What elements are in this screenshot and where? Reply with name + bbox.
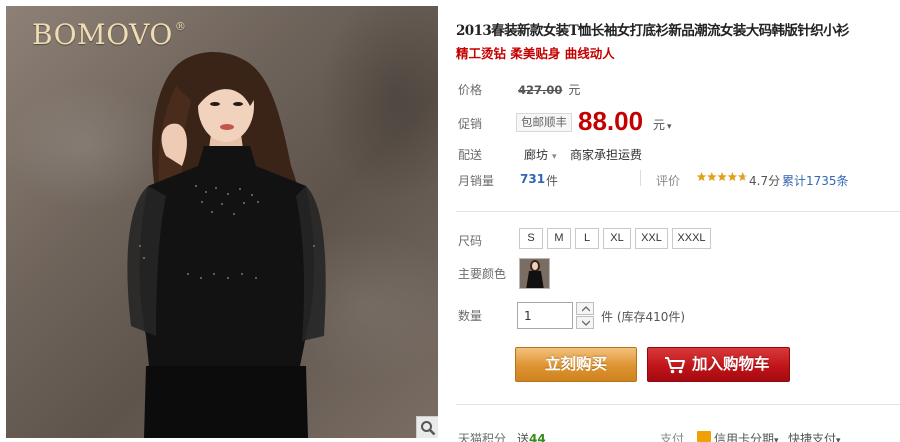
chevron-down-icon: ▾ (667, 122, 672, 132)
size-option-s[interactable]: S (519, 228, 543, 249)
star-icon (727, 172, 738, 182)
original-price-unit: 元 (568, 83, 581, 97)
size-label: 尺码 (458, 234, 483, 248)
chevron-down-icon: ▾ (552, 152, 557, 162)
monthly-sales-unit: 件 (546, 174, 559, 188)
product-title: 2013春装新款女装T恤长袖女打底衫新品潮流女装大码韩版针织小衫 (456, 23, 850, 39)
payment-label: 支付 (660, 432, 685, 442)
star-icon (717, 172, 727, 182)
ship-from-selector[interactable]: 廊坊 ▾ (524, 146, 557, 163)
section-divider (456, 404, 900, 405)
monthly-sales-count: 731 (520, 172, 546, 186)
quantity-increase-button[interactable] (576, 302, 594, 315)
promo-price-unit: 元 (653, 118, 666, 132)
size-option-xxxl[interactable]: XXXL (672, 228, 711, 249)
original-price: 427.00 元 (518, 81, 580, 98)
payment-credit-installment[interactable]: 信用卡分期▾ (714, 430, 779, 442)
points-label: 天猫积分 (458, 432, 507, 442)
star-icon (707, 172, 717, 182)
quantity-decrease-button[interactable] (576, 316, 594, 329)
color-swatch-black[interactable] (519, 258, 550, 289)
rating-label: 评价 (656, 174, 681, 188)
promo-label: 促销 (458, 117, 483, 131)
payment-quick-pay[interactable]: 快捷支付▾ (788, 430, 841, 442)
quantity-input[interactable] (517, 302, 573, 329)
add-to-cart-button[interactable]: 加入购物车 (647, 347, 790, 382)
divider (640, 170, 641, 186)
stock-info: 件 (库存410件) (601, 310, 686, 324)
product-main-image[interactable]: BOMOVO ® (6, 6, 438, 438)
zoom-button[interactable] (416, 416, 438, 438)
chevron-down-icon: ▾ (774, 436, 779, 442)
zoom-icon (421, 421, 436, 436)
size-option-xl[interactable]: XL (603, 228, 631, 249)
original-price-value: 427.00 (518, 83, 563, 97)
promo-tag: 包邮顺丰 (516, 113, 572, 132)
buy-now-button[interactable]: 立刻购买 (515, 347, 637, 382)
chevron-down-icon: ▾ (836, 436, 841, 442)
shipping-label: 配送 (458, 148, 483, 162)
size-option-l[interactable]: L (575, 228, 599, 249)
product-subtitle: 精工烫钻 柔美贴身 曲线动人 (456, 46, 615, 61)
review-count-link[interactable]: 累计1735条 (782, 172, 849, 189)
cart-icon (665, 357, 685, 374)
quantity-label: 数量 (458, 309, 483, 323)
monthly-sales-label: 月销量 (458, 174, 495, 188)
size-option-m[interactable]: M (547, 228, 571, 249)
brand-logo: BOMOVO ® (32, 18, 187, 51)
chevron-down-icon (582, 320, 590, 326)
chevron-up-icon (582, 306, 590, 312)
price-label: 价格 (458, 83, 483, 97)
size-option-xxl[interactable]: XXL (635, 228, 668, 249)
promo-price: 88.00 (578, 106, 644, 136)
rating-stars (696, 171, 748, 186)
section-divider (456, 211, 900, 212)
ship-from-city: 廊坊 (524, 148, 549, 162)
star-icon (696, 172, 707, 182)
color-label: 主要颜色 (458, 267, 507, 281)
points-value: 送44 (517, 432, 546, 442)
shipping-note: 商家承担运费 (570, 148, 643, 162)
star-icon (737, 172, 748, 182)
add-to-cart-label: 加入购物车 (692, 355, 770, 373)
currency-selector[interactable]: 元 ▾ (653, 116, 672, 133)
rating-score: 4.7分 (749, 174, 781, 188)
card-icon (697, 431, 711, 442)
